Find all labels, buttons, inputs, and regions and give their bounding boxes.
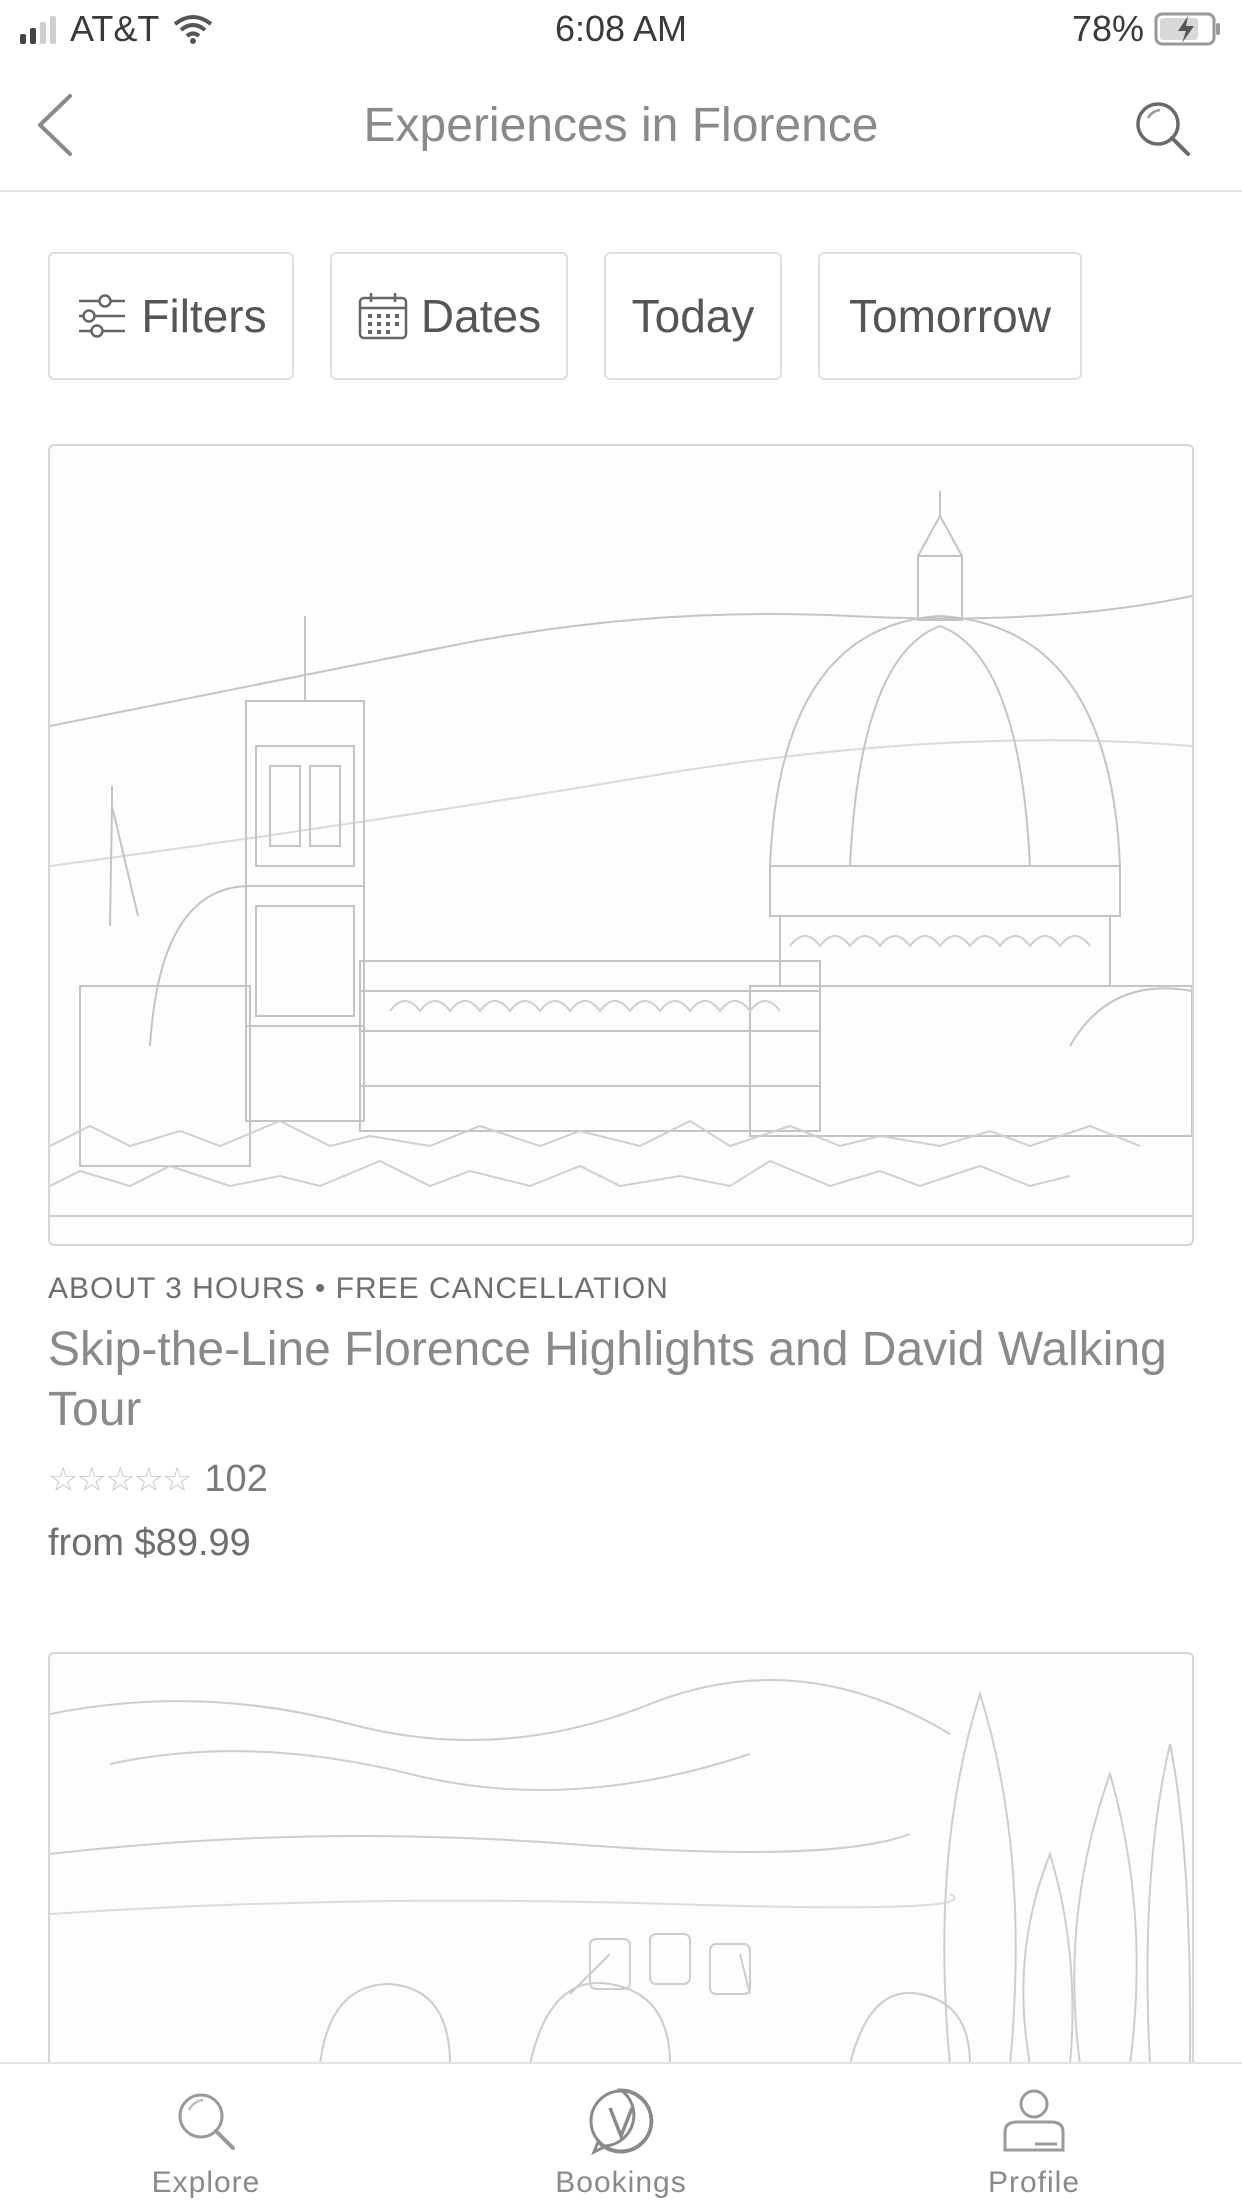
search-button[interactable] — [1132, 98, 1192, 158]
status-right: 78% — [1072, 8, 1222, 50]
experience-rating: ☆ ☆ ☆ ☆ ☆ 102 — [48, 1458, 268, 1501]
star-icon: ☆ — [104, 1460, 136, 1499]
experience-image[interactable] — [48, 1652, 1194, 2062]
star-rating-icon: ☆ ☆ ☆ ☆ ☆ — [48, 1460, 193, 1500]
status-bar: AT&T 6:08 AM 78% — [0, 0, 1242, 60]
star-icon: ☆ — [76, 1460, 107, 1499]
profile-icon — [1003, 2089, 1065, 2152]
tab-bookings-label: Bookings — [555, 2166, 687, 2199]
calendar-icon — [358, 293, 408, 340]
tuscany-landscape-image — [50, 1679, 1192, 2062]
florence-duomo-image — [50, 491, 1192, 1217]
status-time: 6:08 AM — [554, 8, 688, 49]
experience-title[interactable]: Skip-the-Line Florence Highlights and Da… — [48, 1320, 1188, 1440]
tab-bookings[interactable]: Bookings — [501, 2086, 741, 2200]
star-icon: ☆ — [161, 1460, 193, 1499]
tomorrow-label: Tomorrow — [849, 290, 1051, 342]
battery-charging-icon — [1154, 12, 1220, 46]
tab-bar: Explore Bookings Profile — [0, 2062, 1242, 2208]
tab-profile-label: Profile — [987, 2166, 1081, 2199]
battery-percent: 78% — [1071, 8, 1144, 49]
dates-label: Dates — [420, 290, 542, 342]
tomorrow-button[interactable]: Tomorrow — [818, 252, 1082, 380]
today-label: Today — [631, 290, 755, 342]
nav-header: Experiences in Florence — [0, 60, 1242, 192]
experience-price: from $89.99 — [48, 1522, 251, 1564]
filters-button[interactable]: Filters — [48, 252, 294, 380]
star-icon: ☆ — [48, 1460, 79, 1499]
experience-meta: ABOUT 3 HOURS • FREE CANCELLATION — [48, 1272, 669, 1305]
star-icon: ☆ — [133, 1460, 164, 1499]
search-icon — [178, 2093, 235, 2150]
today-button[interactable]: Today — [604, 252, 782, 380]
filter-chip-row: Filters Dates Today Tomorrow — [48, 252, 1082, 380]
dates-button[interactable]: Dates — [330, 252, 568, 380]
page-title: Experiences in Florence — [363, 99, 879, 152]
experience-image[interactable] — [48, 444, 1194, 1246]
tab-explore-label: Explore — [151, 2166, 261, 2199]
bookings-icon — [589, 2088, 654, 2156]
tab-profile[interactable]: Profile — [914, 2086, 1154, 2200]
tab-explore[interactable]: Explore — [86, 2086, 326, 2200]
review-count: 102 — [204, 1458, 268, 1500]
search-icon — [1136, 102, 1190, 156]
sliders-icon — [79, 294, 126, 338]
filters-label: Filters — [141, 290, 267, 342]
